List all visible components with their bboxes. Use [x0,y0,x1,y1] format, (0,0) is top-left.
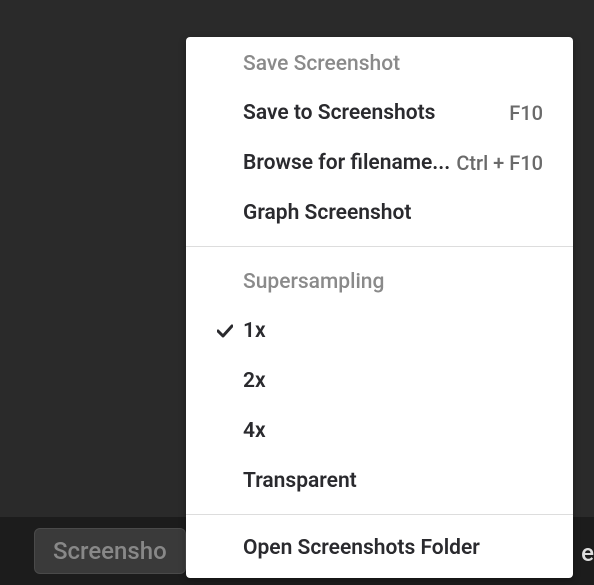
menu-item-2x[interactable]: 2x [186,356,573,406]
menu-item-label: Open Screenshots Folder [243,536,480,560]
menu-item-graph-screenshot[interactable]: Graph Screenshot [186,188,573,238]
menu-item-label: Graph Screenshot [243,201,411,225]
menu-item-shortcut: F10 [509,101,543,125]
menu-item-open-folder[interactable]: Open Screenshots Folder [186,523,573,578]
menu-item-label: Browse for filename... [243,151,450,175]
menu-header-supersampling: Supersampling [186,255,573,306]
menu-item-label: 1x [243,319,266,343]
menu-item-browse-filename[interactable]: Browse for filename... Ctrl + F10 [186,138,573,188]
menu-item-label: 2x [243,369,266,393]
menu-divider [186,246,573,247]
menu-item-label: Save to Screenshots [243,101,435,125]
partial-text: e [581,539,594,567]
menu-item-save-to-screenshots[interactable]: Save to Screenshots F10 [186,88,573,138]
screenshot-button[interactable]: Screensho [34,528,186,574]
menu-item-label: Transparent [243,469,357,493]
screenshot-button-label: Screensho [53,537,167,565]
check-icon [206,324,243,338]
menu-divider [186,514,573,515]
menu-header-save: Save Screenshot [186,37,573,88]
menu-item-4x[interactable]: 4x [186,406,573,456]
menu-item-shortcut: Ctrl + F10 [456,151,543,175]
menu-item-1x[interactable]: 1x [186,306,573,356]
menu-item-label: 4x [243,419,266,443]
menu-item-transparent[interactable]: Transparent [186,456,573,506]
screenshot-context-menu: Save Screenshot Save to Screenshots F10 … [186,37,573,578]
